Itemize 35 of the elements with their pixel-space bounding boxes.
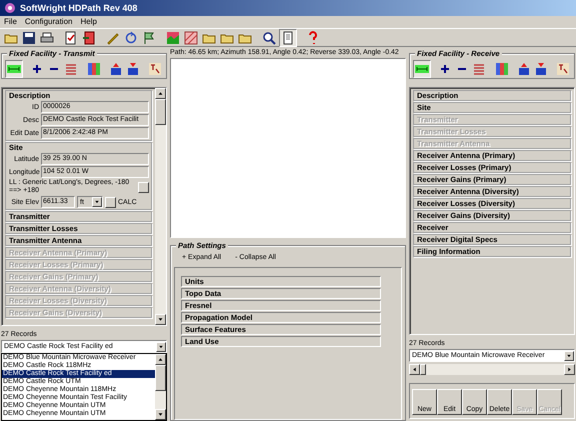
ruler-icon[interactable] (415, 62, 429, 76)
document-check-icon[interactable] (64, 30, 78, 44)
flag-icon[interactable] (142, 30, 156, 44)
vertical-scrollbar[interactable] (155, 354, 166, 420)
scroll-thumb[interactable] (155, 365, 166, 391)
calc-button[interactable] (105, 196, 116, 208)
scroll-thumb[interactable] (420, 364, 426, 375)
format-button[interactable] (138, 182, 149, 192)
ruler-icon[interactable] (7, 62, 21, 76)
menu-item[interactable]: File (4, 17, 17, 27)
window-title: SoftWright HDPath Rev 408 (20, 2, 138, 14)
tower-down-icon[interactable] (534, 62, 548, 76)
exit-door-icon[interactable] (82, 30, 96, 44)
printer-icon[interactable] (40, 30, 54, 44)
pencil-icon[interactable] (106, 30, 120, 44)
terrain-chart-icon[interactable] (166, 30, 180, 44)
record-list[interactable] (1, 353, 167, 421)
menu-item[interactable]: Configuration (24, 17, 72, 27)
help-icon[interactable] (306, 30, 320, 44)
document-icon[interactable] (281, 30, 295, 44)
scroll-thumb[interactable] (155, 99, 166, 125)
tower-up-icon[interactable] (516, 62, 531, 76)
app-icon (3, 1, 17, 15)
striped-chart-icon[interactable] (184, 30, 198, 44)
color-bars-icon[interactable] (86, 62, 100, 76)
color-bars-icon[interactable] (494, 62, 508, 76)
refresh-icon[interactable] (124, 30, 138, 44)
tower-up-icon[interactable] (108, 62, 123, 76)
dropdown-arrow-icon (93, 198, 101, 206)
save-icon[interactable] (22, 30, 36, 44)
tower-down-icon[interactable] (126, 62, 140, 76)
menu-item[interactable]: Help (80, 17, 97, 27)
vertical-scrollbar[interactable] (155, 88, 166, 325)
horizontal-scrollbar[interactable] (409, 364, 575, 375)
search-icon[interactable] (262, 30, 276, 44)
